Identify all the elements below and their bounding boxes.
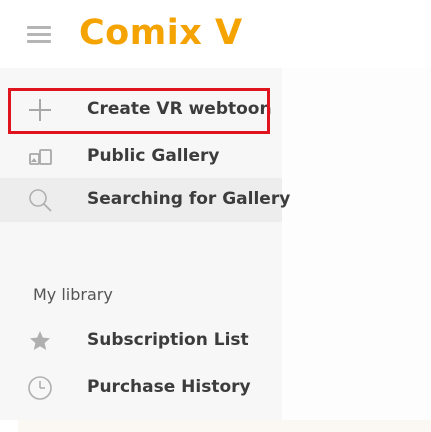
sidebar-item-label: Purchase History [87,377,251,397]
sidebar-item-public-gallery[interactable]: Public Gallery [0,135,282,179]
content-area [282,68,431,420]
hamburger-menu-icon[interactable] [27,24,53,46]
sidebar-item-label: Searching for Gallery [87,189,291,209]
clock-icon [26,374,54,402]
sidebar-item-label: Public Gallery [87,146,220,166]
star-icon [26,327,54,355]
sidebar-item-searching-for-gallery[interactable]: Searching for Gallery [0,178,290,222]
bottom-strip [0,420,431,432]
highlight-box [8,88,270,134]
search-icon [26,186,54,214]
sidebar-item-purchase-history[interactable]: Purchase History [0,366,282,410]
gallery-icon [26,143,54,171]
sidebar-item-label: Subscription List [87,330,249,350]
app-title: Comix V [79,13,243,53]
section-title-my-library: My library [33,285,113,304]
top-bar: Comix V [0,0,431,68]
sidebar-item-subscription-list[interactable]: Subscription List [0,319,282,363]
